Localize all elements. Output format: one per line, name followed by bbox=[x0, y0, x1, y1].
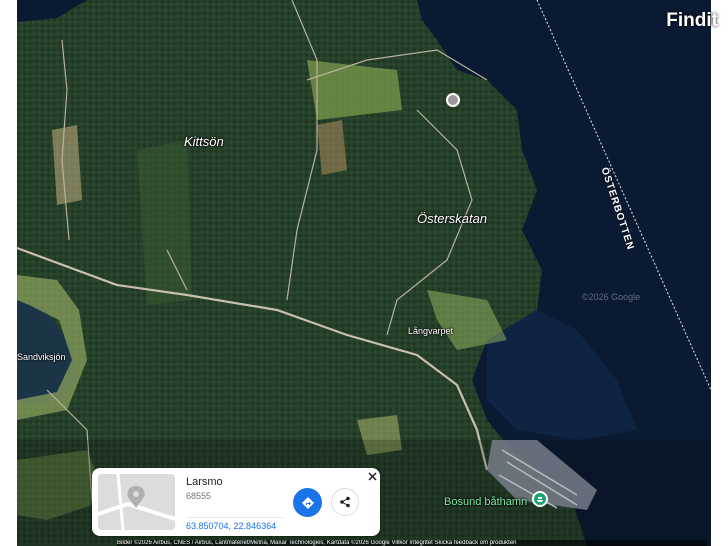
place-label-kittson: Kittsön bbox=[184, 134, 224, 149]
close-icon bbox=[367, 471, 377, 481]
location-thumbnail[interactable] bbox=[98, 474, 175, 530]
directions-button[interactable] bbox=[293, 488, 322, 517]
place-label-langvarpet: Långvarpet bbox=[408, 326, 454, 336]
findit-logo: Findit bbox=[666, 10, 718, 31]
map-thumbnail-icon bbox=[98, 474, 175, 530]
place-label-sandviksjon: Sandviksjön bbox=[17, 352, 66, 362]
ferry-icon[interactable] bbox=[532, 491, 548, 507]
place-label-osterskatan: Österskatan bbox=[417, 211, 488, 226]
location-coordinates[interactable]: 63.850704, 22.846364 bbox=[186, 517, 284, 531]
location-title: Larsmo bbox=[186, 476, 223, 488]
location-card: Larsmo 68555 63.850704, 22.846364 bbox=[92, 468, 380, 536]
directions-icon bbox=[301, 496, 314, 509]
map-watermark: ©2026 Google bbox=[582, 292, 641, 302]
map-terrain bbox=[17, 0, 711, 546]
map-attribution: Bilder ©2026 Airbus, CNES / Airbus, Lant… bbox=[117, 540, 707, 546]
satellite-map[interactable]: Kittsön Österskatan Långvarpet Sandviksj… bbox=[17, 0, 711, 546]
close-button[interactable] bbox=[365, 469, 379, 483]
location-pin-icon[interactable] bbox=[446, 93, 460, 107]
location-postal-code: 68555 bbox=[186, 491, 212, 501]
share-icon bbox=[340, 496, 350, 508]
share-button[interactable] bbox=[331, 488, 359, 516]
poi-label-bosund-bathamn[interactable]: Bosund båthamn bbox=[444, 496, 527, 508]
